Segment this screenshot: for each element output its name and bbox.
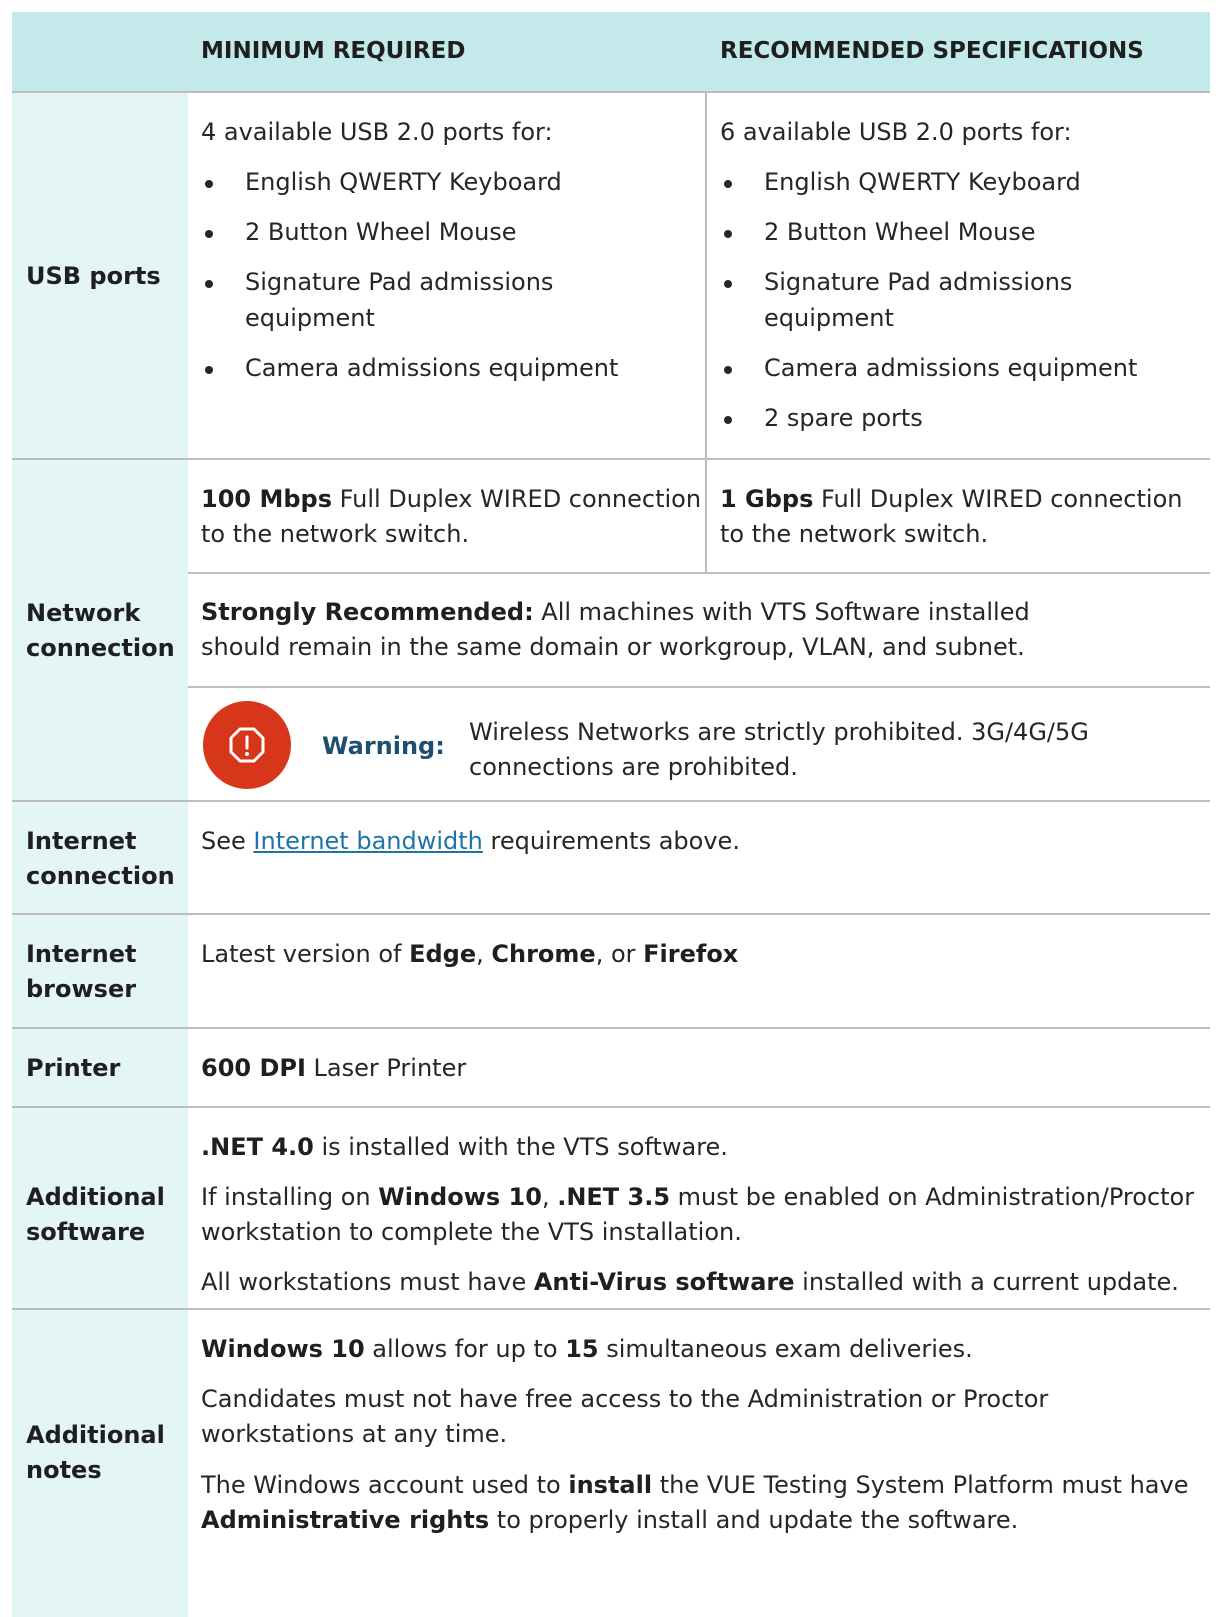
table-row-additional-notes: Additional notes Windows 10 allows for u…	[12, 1308, 1210, 1617]
header-minimum-required: MINIMUM REQUIRED	[201, 38, 466, 64]
warning-label: Warning:	[322, 732, 445, 760]
row-label-cell: Network connection	[12, 460, 188, 802]
table-header: MINIMUM REQUIRED RECOMMENDED SPECIFICATI…	[12, 12, 1210, 91]
table-row-internet-connection: Internet connection See Internet bandwid…	[12, 800, 1210, 915]
warning-text-line2: connections are prohibited.	[469, 753, 798, 781]
strongly-recommended-line1: Strongly Recommended: All machines with …	[201, 598, 1030, 626]
table-row-internet-browser: Internet browser Latest version of Edge,…	[12, 913, 1210, 1029]
row-label-usb-ports: USB ports	[26, 262, 161, 290]
warning-text-line1: Wireless Networks are strictly prohibite…	[469, 718, 1089, 746]
row-label-notes-line1: Additional	[26, 1421, 165, 1449]
list-item-continuation: equipment	[764, 304, 894, 332]
row-label-cell: Printer	[12, 1029, 188, 1108]
row-label-browser-line2: browser	[26, 975, 137, 1003]
strongly-recommended-line2: should remain in the same domain or work…	[201, 633, 1025, 661]
browser-text: Latest version of Edge, Chrome, or Firef…	[201, 940, 739, 968]
table-row-usb-ports: USB ports 4 available USB 2.0 ports for:…	[12, 91, 1210, 460]
network-min-line2: to the network switch.	[201, 520, 470, 548]
row-label-printer: Printer	[26, 1054, 121, 1082]
header-recommended-specifications: RECOMMENDED SPECIFICATIONS	[720, 38, 1144, 64]
requirements-table: MINIMUM REQUIRED RECOMMENDED SPECIFICATI…	[12, 12, 1210, 1617]
list-item: English QWERTY Keyboard	[720, 165, 1081, 200]
row-label-network-line1: Network	[26, 599, 141, 627]
network-rec-line2: to the network switch.	[720, 520, 989, 548]
internet-bandwidth-link[interactable]: Internet bandwidth	[253, 827, 482, 855]
notes-account-line1: The Windows account used to install the …	[201, 1471, 1189, 1499]
usb-rec-intro: 6 available USB 2.0 ports for:	[720, 118, 1072, 146]
list-item-continuation: equipment	[245, 304, 375, 332]
row-label-cell: Additional notes	[12, 1310, 188, 1617]
software-windows-line1: If installing on Windows 10, .NET 3.5 mu…	[201, 1183, 1195, 1211]
printer-text: 600 DPI Laser Printer	[201, 1054, 467, 1082]
software-net-text: .NET 4.0 is installed with the VTS softw…	[201, 1133, 728, 1161]
software-windows-line2: workstation to complete the VTS installa…	[201, 1218, 742, 1246]
list-item: Camera admissions equipment	[201, 351, 618, 386]
usb-min-intro: 4 available USB 2.0 ports for:	[201, 118, 553, 146]
inner-divider	[188, 572, 1210, 574]
row-label-software-line2: software	[26, 1218, 146, 1246]
list-item: Signature Pad admissions	[201, 265, 553, 300]
table-row-printer: Printer 600 DPI Laser Printer	[12, 1027, 1210, 1108]
row-label-internet-line2: connection	[26, 862, 175, 890]
row-label-internet-line1: Internet	[26, 827, 137, 855]
row-label-browser-line1: Internet	[26, 940, 137, 968]
notes-windows-text: Windows 10 allows for up to 15 simultane…	[201, 1335, 973, 1363]
list-item: 2 Button Wheel Mouse	[720, 215, 1036, 250]
internet-text: See Internet bandwidth requirements abov…	[201, 827, 740, 855]
notes-account-line2: Administrative rights to properly instal…	[201, 1506, 1019, 1534]
warning-octagon-icon	[203, 701, 291, 789]
column-divider	[705, 460, 707, 572]
software-antivirus-text: All workstations must have Anti-Virus so…	[201, 1268, 1179, 1296]
list-item: English QWERTY Keyboard	[201, 165, 562, 200]
row-label-network-line2: connection	[26, 634, 175, 662]
row-label-notes-line2: notes	[26, 1456, 102, 1484]
column-divider	[705, 93, 707, 460]
row-label-cell: Internet connection	[12, 802, 188, 915]
table-row-network-connection: Network connection 100 Mbps Full Duplex …	[12, 458, 1210, 802]
row-label-cell: USB ports	[12, 93, 188, 460]
inner-divider	[188, 686, 1210, 688]
table-row-additional-software: Additional software .NET 4.0 is installe…	[12, 1106, 1210, 1310]
list-item: 2 spare ports	[720, 401, 923, 436]
notes-candidates-line2: workstations at any time.	[201, 1420, 508, 1448]
list-item: Signature Pad admissions	[720, 265, 1072, 300]
list-item: 2 Button Wheel Mouse	[201, 215, 517, 250]
row-label-cell: Internet browser	[12, 915, 188, 1029]
notes-candidates-line1: Candidates must not have free access to …	[201, 1385, 1049, 1413]
network-rec-line1: 1 Gbps Full Duplex WIRED connection	[720, 485, 1183, 513]
list-item: Camera admissions equipment	[720, 351, 1137, 386]
network-min-line1: 100 Mbps Full Duplex WIRED connection	[201, 485, 702, 513]
row-label-software-line1: Additional	[26, 1183, 165, 1211]
row-label-cell: Additional software	[12, 1108, 188, 1310]
